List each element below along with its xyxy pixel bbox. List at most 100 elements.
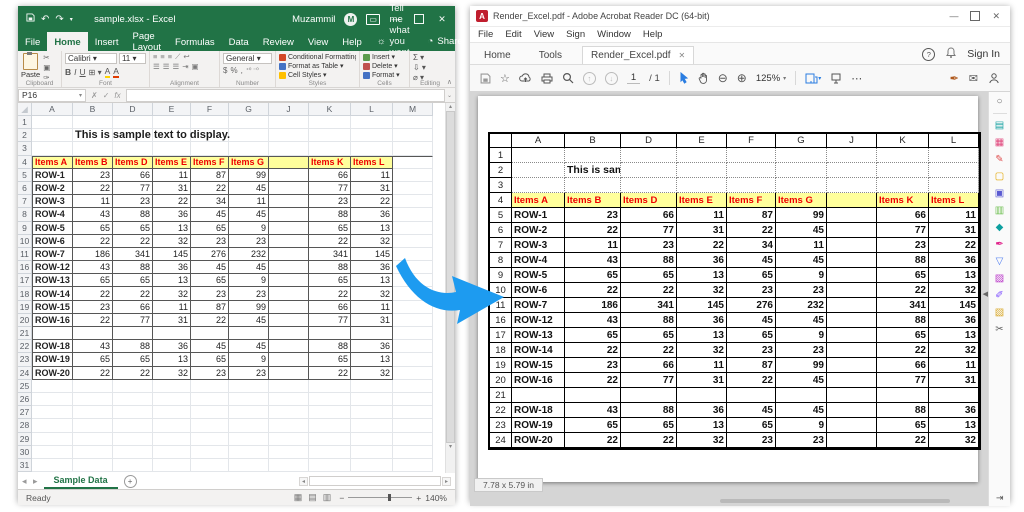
- cell[interactable]: [309, 446, 351, 459]
- row-header-22[interactable]: 22: [18, 340, 32, 353]
- row-header-5[interactable]: 5: [18, 169, 32, 182]
- cell[interactable]: 36: [153, 208, 191, 221]
- cell[interactable]: [153, 380, 191, 393]
- cell[interactable]: [191, 433, 229, 446]
- next-page-icon[interactable]: ↓: [605, 72, 618, 85]
- zoom-in-icon[interactable]: ⊕: [737, 71, 747, 85]
- cell[interactable]: ROW-12: [32, 261, 73, 274]
- cell[interactable]: [393, 195, 433, 208]
- cell[interactable]: 45: [229, 340, 269, 353]
- cell[interactable]: 23: [229, 235, 269, 248]
- cell[interactable]: 23: [191, 287, 229, 300]
- tool-measure-icon[interactable]: ✐: [995, 290, 1003, 301]
- cell[interactable]: [113, 393, 153, 406]
- copy-icon[interactable]: ▣: [43, 63, 50, 72]
- cell[interactable]: [32, 433, 73, 446]
- excel-tab-review[interactable]: Review: [256, 32, 301, 51]
- cell[interactable]: [393, 182, 433, 195]
- align-top-icon[interactable]: ≡: [153, 53, 157, 61]
- tool-send-for-comments-icon[interactable]: ▧: [995, 307, 1004, 318]
- column-header-M[interactable]: M: [393, 103, 433, 116]
- cell[interactable]: [32, 116, 73, 129]
- cell[interactable]: 43: [73, 340, 113, 353]
- cell[interactable]: [229, 327, 269, 340]
- cell[interactable]: ROW-15: [32, 301, 73, 314]
- cell[interactable]: 23: [73, 169, 113, 182]
- cell[interactable]: [153, 419, 191, 432]
- cell[interactable]: [393, 353, 433, 366]
- cell[interactable]: Items E: [153, 156, 191, 169]
- cell[interactable]: [269, 459, 309, 472]
- fill-color-button[interactable]: A: [105, 66, 111, 78]
- cell[interactable]: Items K: [309, 156, 351, 169]
- cell[interactable]: [269, 222, 309, 235]
- cell[interactable]: ROW-16: [32, 314, 73, 327]
- cell[interactable]: [269, 353, 309, 366]
- cell[interactable]: [269, 235, 309, 248]
- column-header-K[interactable]: K: [309, 103, 351, 116]
- cell[interactable]: [269, 301, 309, 314]
- column-header-B[interactable]: B: [73, 103, 113, 116]
- cell[interactable]: 22: [113, 287, 153, 300]
- decimal-icons[interactable]: ⁺⁰ ⁻⁰: [246, 67, 259, 74]
- row-header-4[interactable]: 4: [18, 156, 32, 169]
- cell[interactable]: ROW-7: [32, 248, 73, 261]
- cell[interactable]: 11: [229, 195, 269, 208]
- row-header-17[interactable]: 17: [18, 274, 32, 287]
- cell[interactable]: [393, 208, 433, 221]
- cell[interactable]: [269, 406, 309, 419]
- cell[interactable]: [32, 459, 73, 472]
- more-tools-icon[interactable]: ⋯: [851, 72, 862, 85]
- currency-icon[interactable]: $: [223, 66, 227, 75]
- excel-tab-formulas[interactable]: Formulas: [168, 32, 222, 51]
- align-center-icon[interactable]: ☰: [163, 63, 170, 71]
- cell[interactable]: 232: [229, 248, 269, 261]
- cell[interactable]: 23: [191, 367, 229, 380]
- paste-button[interactable]: Paste: [21, 53, 40, 82]
- cell[interactable]: 36: [351, 208, 393, 221]
- font-name-select[interactable]: Calibri ▾: [65, 53, 117, 64]
- close-button[interactable]: ✕: [992, 11, 1000, 22]
- cell[interactable]: [113, 116, 153, 129]
- cell[interactable]: 13: [153, 353, 191, 366]
- bold-button[interactable]: B: [65, 67, 71, 77]
- column-header-D[interactable]: D: [113, 103, 153, 116]
- cell[interactable]: 65: [73, 274, 113, 287]
- cell[interactable]: ROW-2: [32, 182, 73, 195]
- row-header-9[interactable]: 9: [18, 222, 32, 235]
- cell[interactable]: [393, 222, 433, 235]
- zoom-out-icon[interactable]: ⊖: [718, 71, 728, 85]
- cut-icon[interactable]: ✂: [43, 53, 50, 62]
- cell[interactable]: 13: [153, 222, 191, 235]
- cell[interactable]: 9: [229, 222, 269, 235]
- share-cloud-icon[interactable]: [519, 73, 532, 84]
- cell[interactable]: [351, 406, 393, 419]
- cell[interactable]: [229, 459, 269, 472]
- document-tab[interactable]: Render_Excel.pdf ✕: [582, 46, 694, 64]
- tab-home[interactable]: Home: [470, 47, 525, 64]
- cell[interactable]: 77: [113, 182, 153, 195]
- excel-tab-file[interactable]: File: [18, 32, 47, 51]
- excel-tab-view[interactable]: View: [301, 32, 335, 51]
- row-header-8[interactable]: 8: [18, 208, 32, 221]
- cell[interactable]: ROW-4: [32, 208, 73, 221]
- zoom-level-select[interactable]: 125%▾: [756, 73, 786, 84]
- cell[interactable]: 65: [309, 222, 351, 235]
- cell[interactable]: 43: [73, 261, 113, 274]
- cell[interactable]: [191, 327, 229, 340]
- cell[interactable]: [229, 142, 269, 155]
- cell[interactable]: [73, 446, 113, 459]
- cell[interactable]: 32: [351, 235, 393, 248]
- cell[interactable]: [153, 433, 191, 446]
- cell[interactable]: [73, 459, 113, 472]
- maximize-button[interactable]: [970, 11, 980, 21]
- cell-styles-button[interactable]: Cell Styles ▾: [279, 71, 356, 79]
- format-cells-button[interactable]: Format ▾: [363, 71, 406, 79]
- cell[interactable]: 23: [113, 195, 153, 208]
- cell[interactable]: 31: [153, 314, 191, 327]
- page-layout-view-icon[interactable]: ▤: [308, 492, 317, 503]
- cell[interactable]: 13: [351, 353, 393, 366]
- tell-me-box[interactable]: ☼Tell me what you want to do: [369, 32, 418, 51]
- select-tool-icon[interactable]: [679, 72, 689, 84]
- cell[interactable]: [153, 446, 191, 459]
